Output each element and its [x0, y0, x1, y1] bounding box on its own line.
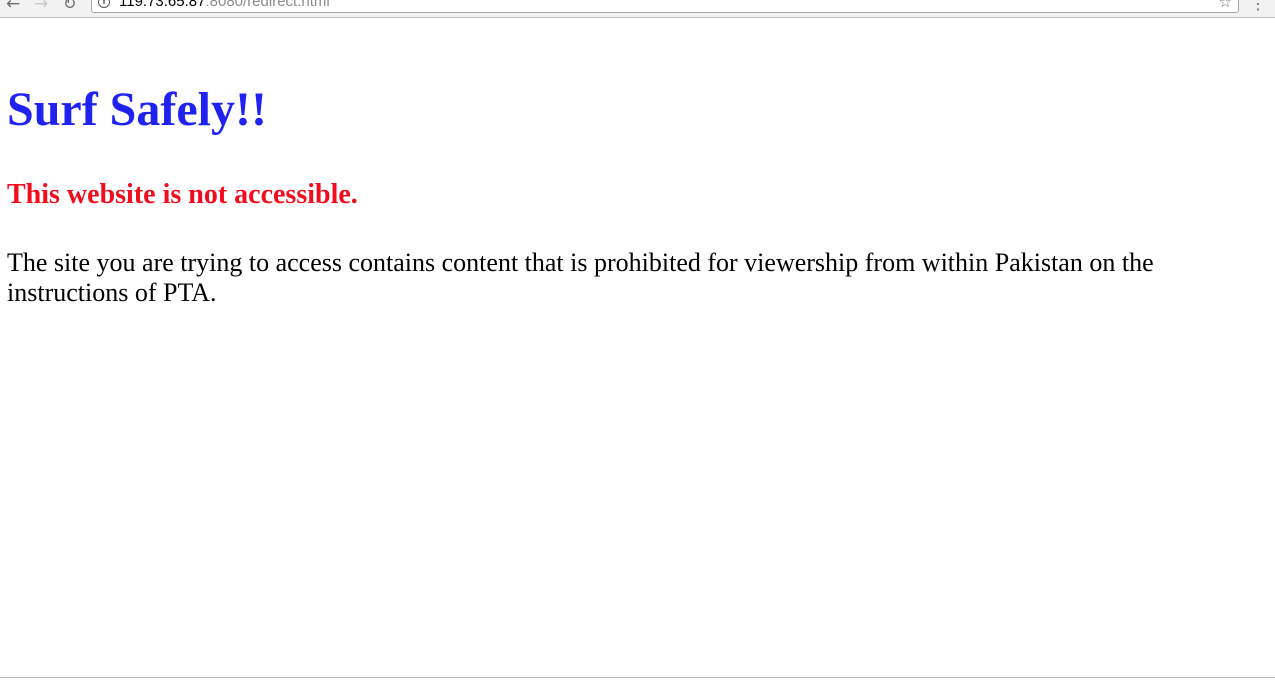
back-arrow-icon[interactable]: ←	[6, 0, 20, 14]
forward-arrow-icon[interactable]: →	[34, 0, 48, 14]
url-path: :8080/redirect.html	[205, 0, 330, 10]
url-host: 119.73.65.87	[119, 0, 206, 10]
url-text[interactable]: 119.73.65.87:8080/redirect.html	[119, 0, 330, 11]
bookmark-star-icon[interactable]: ☆	[1219, 0, 1232, 11]
page-subtitle: This website is not accessible.	[7, 179, 358, 210]
bottom-divider	[0, 677, 1275, 678]
address-bar[interactable]: i 119.73.65.87:8080/redirect.html ☆	[91, 0, 1239, 13]
reload-icon[interactable]: ↻	[63, 0, 76, 14]
info-icon[interactable]: i	[98, 0, 110, 8]
page-title: Surf Safely!!	[7, 83, 267, 136]
browser-toolbar: ← → ↻ i 119.73.65.87:8080/redirect.html …	[0, 0, 1275, 18]
block-message: The site you are trying to access contai…	[7, 248, 1154, 307]
menu-icon[interactable]: ⋮	[1250, 0, 1266, 14]
